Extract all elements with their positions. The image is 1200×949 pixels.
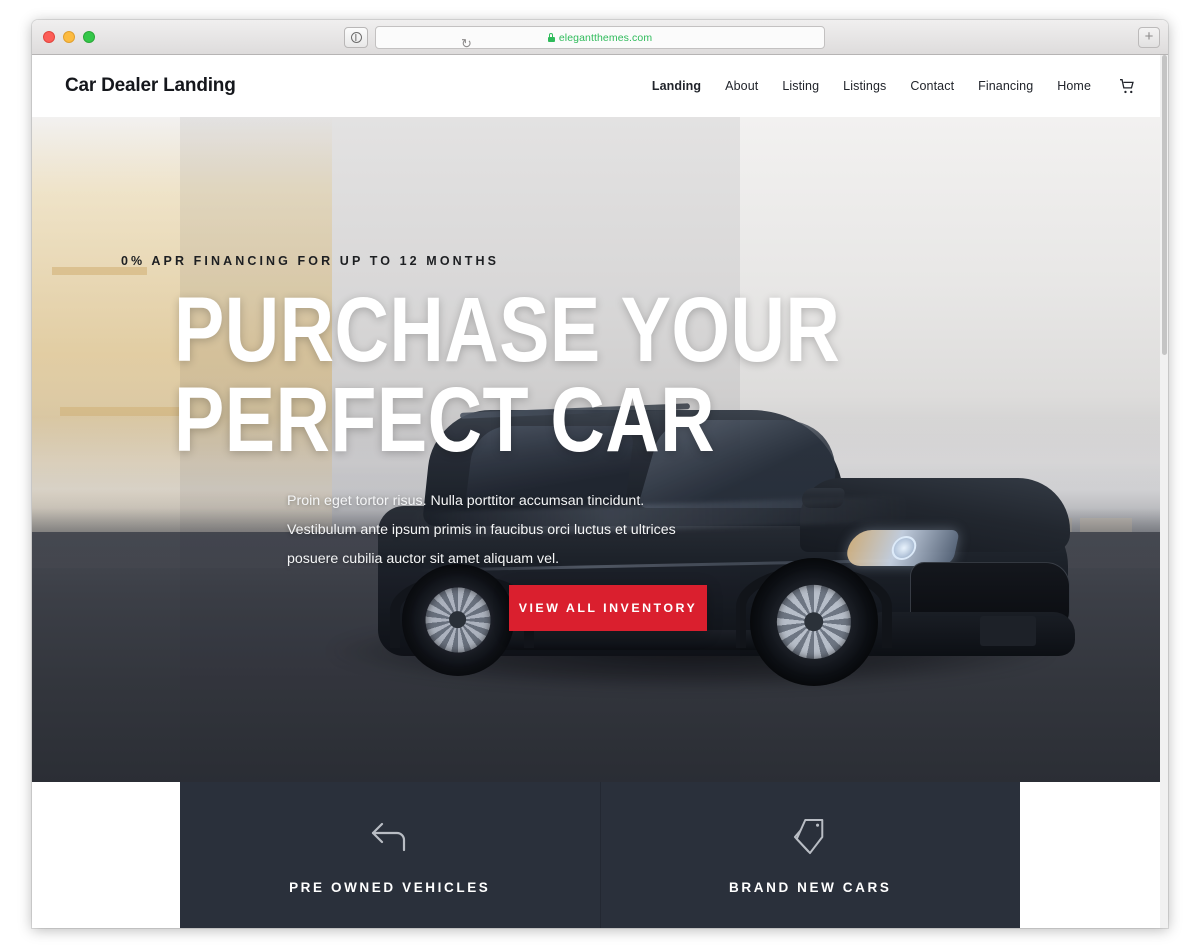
feature-card-pre-owned[interactable]: PRE OWNED VEHICLES — [180, 782, 600, 928]
nav-item-financing[interactable]: Financing — [978, 79, 1033, 93]
nav-links: Landing About Listing Listings Contact F… — [652, 78, 1136, 94]
window-controls[interactable] — [43, 31, 95, 43]
screenshot-root: elegantthemes.com ↻ + Car Dealer Landing… — [0, 0, 1200, 949]
nav-item-home[interactable]: Home — [1057, 79, 1091, 93]
site-navigation: Car Dealer Landing Landing About Listing… — [32, 55, 1168, 117]
close-window-button[interactable] — [43, 31, 55, 43]
hero-paragraph: Proin eget tortor risus. Nulla porttitor… — [287, 493, 676, 568]
page-scrollbar[interactable] — [1160, 55, 1168, 928]
hero-headline: PURCHASE YOUR PERFECT CAR — [174, 279, 841, 472]
nav-item-landing[interactable]: Landing — [652, 79, 701, 93]
hero-section: 0% APR FINANCING FOR UP TO 12 MONTHS PUR… — [32, 117, 1168, 782]
feature-cards: PRE OWNED VEHICLES BRAND NEW CARS — [32, 782, 1168, 928]
hero-headline-line-1: PURCHASE YOUR — [174, 279, 841, 381]
address-bar-url: elegantthemes.com — [558, 31, 653, 44]
browser-titlebar: elegantthemes.com ↻ + — [32, 20, 1168, 55]
lock-icon — [547, 33, 555, 42]
reload-icon[interactable]: ↻ — [461, 37, 474, 50]
browser-window: elegantthemes.com ↻ + Car Dealer Landing… — [32, 20, 1168, 928]
hero-eyebrow: 0% APR FINANCING FOR UP TO 12 MONTHS — [121, 254, 500, 268]
address-bar[interactable]: elegantthemes.com ↻ — [375, 26, 825, 50]
feature-card-brand-new[interactable]: BRAND NEW CARS — [599, 782, 1020, 928]
nav-item-listing[interactable]: Listing — [782, 79, 819, 93]
hero-headline-line-2: PERFECT CAR — [174, 369, 715, 472]
feature-right-spacer — [1020, 782, 1168, 928]
new-tab-button[interactable]: + — [1138, 27, 1160, 48]
zoom-window-button[interactable] — [83, 31, 95, 43]
shield-icon[interactable] — [344, 27, 368, 48]
shopping-cart-icon[interactable] — [1119, 78, 1136, 94]
minimize-window-button[interactable] — [63, 31, 75, 43]
site-logo[interactable]: Car Dealer Landing — [65, 75, 236, 97]
nav-item-about[interactable]: About — [725, 79, 758, 93]
scrollbar-thumb[interactable] — [1161, 55, 1167, 355]
feature-label-pre-owned: PRE OWNED VEHICLES — [289, 880, 491, 895]
feature-left-spacer — [32, 782, 180, 928]
address-bar-content: elegantthemes.com — [547, 31, 653, 44]
return-arrow-icon — [369, 816, 411, 858]
feature-label-brand-new: BRAND NEW CARS — [729, 880, 892, 895]
nav-item-listings[interactable]: Listings — [843, 79, 886, 93]
shield-glyph — [350, 32, 362, 43]
view-all-inventory-button[interactable]: VIEW ALL INVENTORY — [509, 585, 707, 631]
price-tag-icon — [789, 816, 831, 858]
hero-content: 0% APR FINANCING FOR UP TO 12 MONTHS PUR… — [32, 117, 1168, 782]
nav-item-contact[interactable]: Contact — [910, 79, 954, 93]
